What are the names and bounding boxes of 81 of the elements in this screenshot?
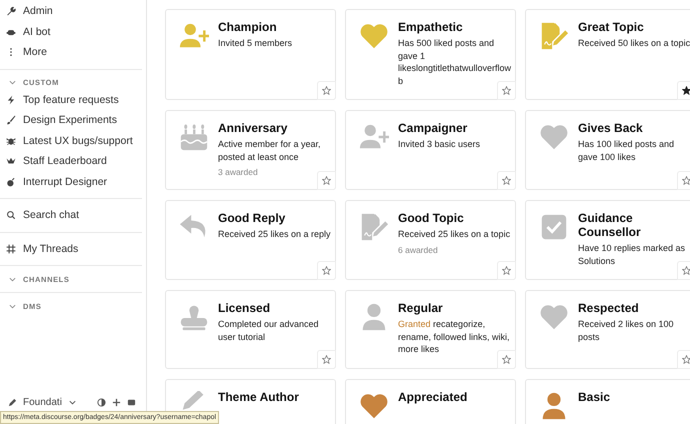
wrench-icon <box>6 6 16 16</box>
star-icon <box>502 86 511 95</box>
sidebar-item[interactable]: Top feature requests <box>0 90 146 110</box>
sidebar-item[interactable]: Design Experiments <box>0 110 146 130</box>
badge-description: Granted recategorize, rename, followed links, wiki, more likes <box>398 318 511 356</box>
sidebar-item[interactable]: Search chat <box>0 205 146 226</box>
badge-card[interactable]: Regular Granted recategorize, rename, followed links, wiki, more likes <box>345 290 516 368</box>
chevron-icon[interactable] <box>68 398 77 407</box>
badge-title[interactable]: Theme Author <box>218 390 299 404</box>
star-icon <box>682 266 690 275</box>
badge-card[interactable]: Basic <box>525 378 690 424</box>
star-icon <box>502 354 511 364</box>
badge-card[interactable]: Empathetic Has 500 liked posts and gave 1 likeslongtitlethatwulloverflowb <box>345 9 516 100</box>
badge-description: Have 10 replies marked as Solutions <box>578 242 686 267</box>
badge-description: Has 500 liked posts and gave 1 likeslongtitlethatwulloverflowb <box>398 37 512 87</box>
badge-title[interactable]: Campaigner <box>398 121 480 135</box>
hashtag-icon <box>6 244 16 254</box>
sidebar-item[interactable]: My Threads <box>0 238 146 259</box>
sidebar-footer-label[interactable]: Foundati <box>23 397 62 408</box>
chevron-icon[interactable] <box>9 276 16 282</box>
badge-title[interactable]: Guidance Counsellor <box>578 211 690 239</box>
bomb-icon <box>6 176 16 187</box>
sidebar-item[interactable]: Admin <box>0 1 146 22</box>
badge-title[interactable]: Good Reply <box>218 211 331 225</box>
badge-card[interactable]: Licensed Completed our advanced user tutorial <box>165 290 336 368</box>
chevron-icon[interactable] <box>9 302 16 310</box>
star-icon <box>322 176 331 185</box>
sidebar-item[interactable]: AI bot <box>0 22 146 42</box>
badge-description: Received 25 likes on a topic <box>398 228 510 240</box>
badge-title[interactable]: Good Topic <box>398 211 510 225</box>
badge-description: Has 100 liked posts and gave 100 likes <box>578 138 676 163</box>
star-icon <box>502 176 511 185</box>
awarded-count: 3 awarded <box>218 167 259 177</box>
badge-title[interactable]: Anniversary <box>218 121 332 135</box>
badge-title[interactable]: Regular <box>398 301 512 315</box>
theme-icon[interactable] <box>96 398 106 407</box>
badge-card[interactable]: Good Topic Received 25 likes on a topic 6 awarded <box>345 200 516 280</box>
badge-card[interactable]: Gives Back Has 100 liked posts and gave 100 likes <box>525 110 690 190</box>
badge-title[interactable]: Basic <box>578 390 610 404</box>
star-icon <box>682 354 690 364</box>
pencil-icon <box>8 398 17 407</box>
badge-description: Active member for a year, posted at least once <box>218 138 322 163</box>
badge-card[interactable]: Campaigner Invited 3 basic users <box>345 110 516 190</box>
badge-title[interactable]: Licensed <box>218 301 332 315</box>
badge-title[interactable]: Appreciated <box>398 390 468 404</box>
badge-card[interactable]: Good Reply Received 25 likes on a reply <box>165 200 336 280</box>
sidebar-item[interactable]: More <box>0 42 146 62</box>
badge-title[interactable]: Champion <box>218 20 292 34</box>
sidebar-item[interactable]: Interrupt Designer <box>0 172 146 192</box>
badge-card[interactable]: Great Topic Received 50 likes on a topic <box>525 9 690 100</box>
star-icon <box>322 354 331 364</box>
badge-description: Invited 5 members <box>218 37 292 50</box>
crown-icon <box>6 156 16 166</box>
badge-card[interactable]: Respected Received 2 likes on 100 posts <box>525 290 690 368</box>
badge-description: Received 2 likes on 100 posts <box>578 318 675 343</box>
brush-icon <box>6 115 16 126</box>
awarded-count: 6 awarded <box>398 244 439 254</box>
badge-card[interactable]: Appreciated <box>345 378 516 424</box>
plus-icon[interactable] <box>112 398 121 407</box>
badge-title[interactable]: Great Topic <box>578 20 690 34</box>
search-icon <box>6 210 16 220</box>
chevron-icon[interactable] <box>9 79 16 86</box>
star-icon <box>682 86 690 95</box>
badge-title[interactable]: Empathetic <box>398 20 512 34</box>
star-icon <box>502 266 511 275</box>
sidebar-item[interactable]: Latest UX bugs/support <box>0 130 146 151</box>
badge-title[interactable]: Respected <box>578 301 690 315</box>
star-icon <box>682 176 690 185</box>
badge-description: Received 50 likes on a topic <box>578 37 690 50</box>
star-icon <box>322 266 331 275</box>
badge-card[interactable]: Champion Invited 5 members <box>165 9 336 100</box>
bug-icon <box>6 136 16 146</box>
badge-card[interactable]: Anniversary Active member for a year, posted at least once 3 awarded <box>165 110 336 190</box>
badge-title[interactable]: Gives Back <box>578 121 690 135</box>
badge-description: Invited 3 basic users <box>398 138 480 150</box>
bolt-icon <box>6 94 16 105</box>
sidebar-item[interactable]: Staff Leaderboard <box>0 151 146 172</box>
badge-description: Completed our advanced user tutorial <box>218 318 320 343</box>
badge-card[interactable]: Guidance Counsellor Have 10 replies marked as Solutions <box>525 200 690 280</box>
badge-description: Received 25 likes on a reply <box>218 228 331 240</box>
star-icon <box>322 86 331 95</box>
